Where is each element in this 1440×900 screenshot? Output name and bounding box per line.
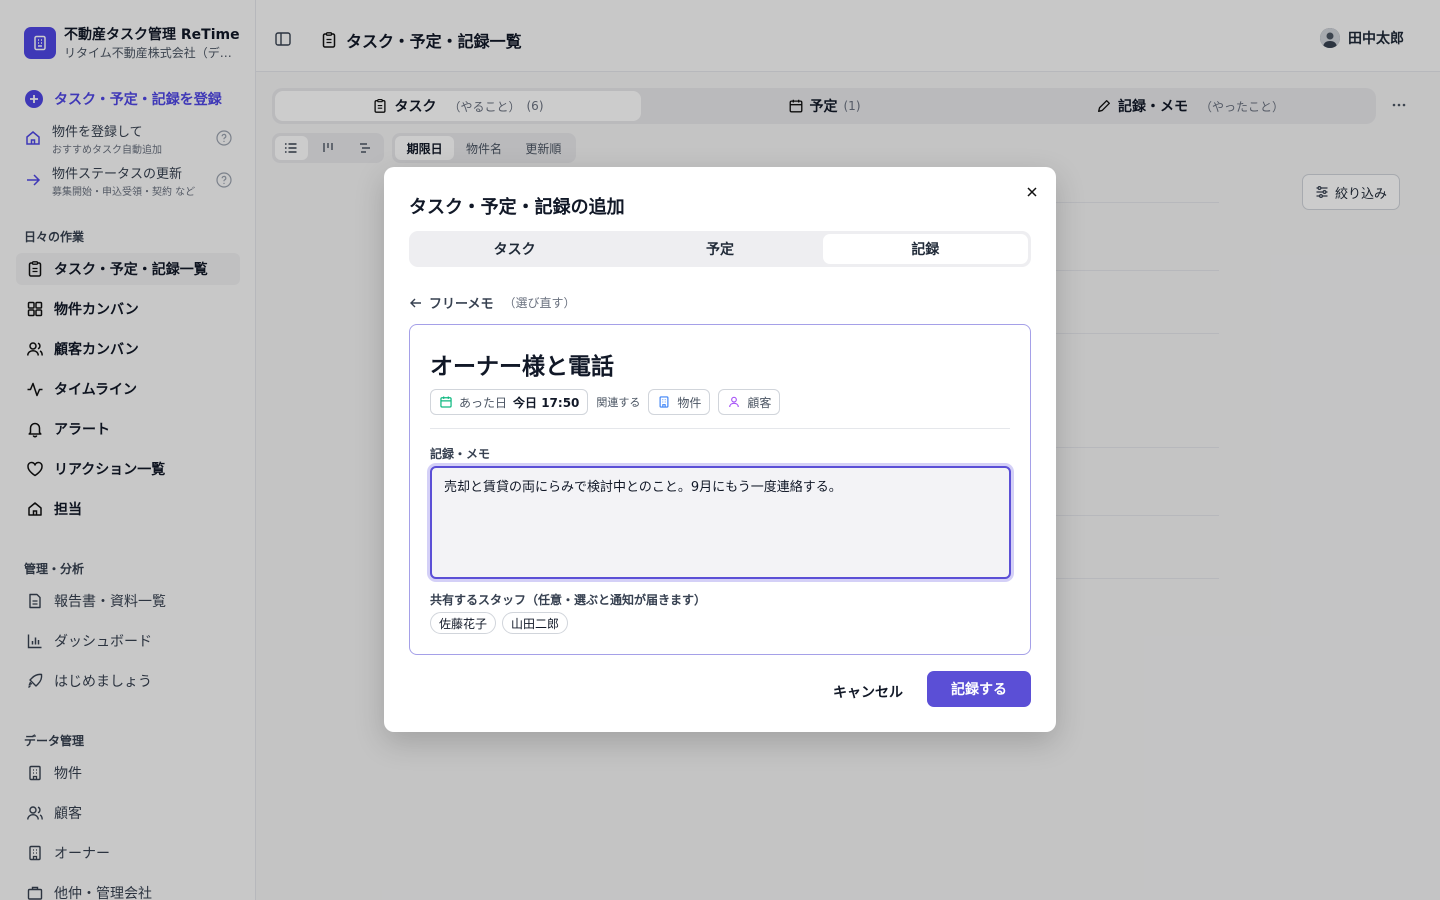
customer-chip[interactable]: 顧客 — [718, 389, 781, 415]
related-label: 関連する — [596, 396, 641, 409]
back-hint: （選び直す） — [503, 296, 576, 310]
calendar-icon — [439, 395, 453, 409]
divider — [430, 428, 1010, 429]
memo-textarea[interactable]: 売却と賃貸の両にらみで検討中とのこと。9月にもう一度連絡する。 — [430, 466, 1011, 579]
record-title[interactable]: オーナー様と電話 — [430, 347, 614, 381]
back-label: フリーメモ — [429, 297, 494, 312]
close-icon[interactable] — [1024, 184, 1040, 200]
staff-list: 佐藤花子 山田二郎 — [430, 612, 569, 634]
record-meta: あった日 今日 17:50 関連する 物件 顧客 — [430, 389, 781, 415]
staff-chip[interactable]: 佐藤花子 — [430, 612, 497, 634]
dialog-tab-task[interactable]: タスク — [412, 234, 617, 264]
user-icon — [727, 395, 741, 409]
share-staff-label: 共有するスタッフ（任意・選ぶと通知が届きます） — [430, 593, 707, 607]
building-icon — [657, 395, 671, 409]
date-label: あった日 — [459, 395, 508, 410]
submit-record-button[interactable]: 記録する — [927, 671, 1031, 707]
dialog-tabs: タスク 予定 記録 — [409, 231, 1031, 267]
add-entry-dialog: タスク・予定・記録の追加 タスク 予定 記録 フリーメモ （選び直す） オーナー… — [384, 167, 1056, 732]
memo-label: 記録・メモ — [430, 447, 491, 461]
property-chip[interactable]: 物件 — [648, 389, 711, 415]
record-card: オーナー様と電話 あった日 今日 17:50 関連する 物件 顧客 記録・メモ … — [409, 324, 1031, 655]
dialog-title: タスク・予定・記録の追加 — [409, 197, 625, 218]
staff-chip[interactable]: 山田二郎 — [502, 612, 569, 634]
dialog-tab-record[interactable]: 記録 — [822, 234, 1028, 264]
arrow-left-icon — [409, 296, 423, 310]
cancel-button[interactable]: キャンセル — [824, 674, 912, 710]
date-value: 今日 17:50 — [513, 395, 580, 410]
back-to-template-link[interactable]: フリーメモ （選び直す） — [409, 293, 576, 312]
date-chip[interactable]: あった日 今日 17:50 — [430, 389, 589, 415]
customer-chip-label: 顧客 — [747, 395, 772, 410]
property-chip-label: 物件 — [677, 395, 702, 410]
dialog-tab-schedule[interactable]: 予定 — [617, 234, 822, 264]
